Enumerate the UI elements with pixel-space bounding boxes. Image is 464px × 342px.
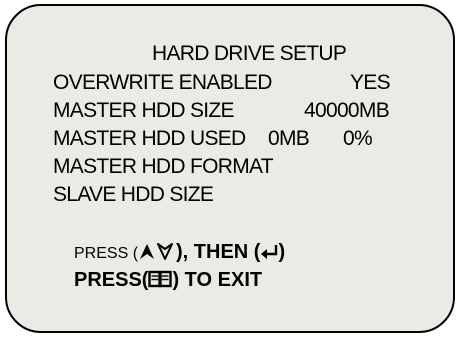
then-text: ), THEN ( — [176, 241, 261, 263]
to-exit-text: ) TO EXIT — [172, 269, 263, 291]
master-hdd-format-item[interactable]: MASTER HDD FORMAT — [53, 155, 274, 179]
slave-hdd-size-label: SLAVE HDD SIZE — [53, 183, 214, 206]
enter-return-icon — [260, 241, 278, 267]
master-hdd-used-percent: 0% — [343, 127, 373, 150]
page-title: HARD DRIVE SETUP — [152, 42, 347, 65]
navigation-instruction: PRESS ( ), THEN () — [74, 239, 285, 267]
hard-drive-setup-panel: HARD DRIVE SETUP OVERWRITE ENABLED YES M… — [5, 4, 455, 333]
master-hdd-size-label: MASTER HDD SIZE — [53, 99, 235, 122]
press-exit-prefix-text: PRESS( — [74, 269, 149, 291]
master-hdd-used-value: 0MB — [268, 127, 310, 150]
master-hdd-used-label: MASTER HDD USED — [53, 127, 246, 150]
master-hdd-size-value: 40000MB — [304, 99, 390, 122]
exit-instruction: PRESS( ) TO EXIT — [74, 267, 262, 295]
overwrite-enabled-label[interactable]: OVERWRITE ENABLED — [53, 71, 272, 95]
press-prefix-text: PRESS ( — [74, 245, 139, 262]
book-menu-icon — [148, 269, 173, 295]
close-paren-text: ) — [278, 241, 286, 263]
overwrite-enabled-value[interactable]: YES — [350, 71, 391, 95]
up-down-arrows-icon — [138, 241, 176, 267]
